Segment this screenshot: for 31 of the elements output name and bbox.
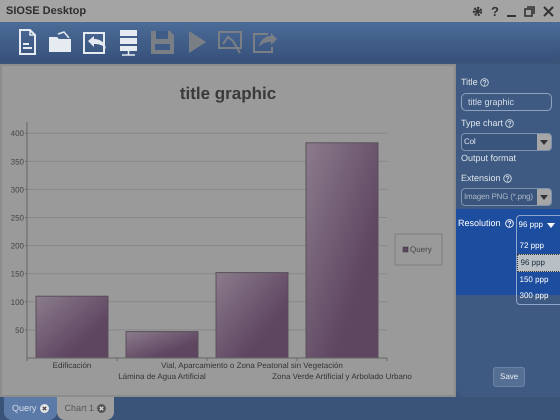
section-label: Output format — [461, 152, 518, 165]
dropdown-button[interactable]: 96 ppp — [516, 216, 560, 234]
x-axis-label: Edificación — [52, 361, 92, 370]
y-tick-label: 350 — [10, 157, 24, 166]
dropdown-option[interactable]: 150 ppp — [516, 272, 560, 288]
chart-title: title graphic — [180, 84, 276, 103]
x-axis-label: Lámina de Agua Artificial — [118, 372, 206, 381]
help-button[interactable]: ? — [491, 4, 499, 18]
chart-type-dropdown[interactable]: Col — [461, 133, 552, 151]
field-label: Extension — [461, 172, 501, 184]
extension-dropdown[interactable]: Imagen PNG (*.png) — [461, 188, 552, 206]
y-tick-label: 300 — [10, 185, 24, 194]
dropdown-option[interactable]: 72 ppp — [516, 238, 560, 254]
save-button[interactable]: Save — [493, 367, 526, 387]
field-label: Resolution — [458, 217, 501, 230]
y-tick-label: 50 — [15, 326, 24, 335]
y-tick-label: 200 — [10, 242, 24, 251]
tab[interactable]: Query — [4, 397, 57, 420]
title-field[interactable]: title graphic — [461, 92, 552, 110]
y-tick-label: 400 — [10, 129, 24, 138]
window-title: SIOSE Desktop — [6, 4, 86, 19]
y-tick-label: 250 — [10, 214, 24, 223]
x-axis-label: Vial, Aparcamiento o Zona Peatonal sin Vegetación — [161, 361, 343, 370]
y-tick-label: 150 — [10, 270, 24, 279]
x-axis-label: Zona Verde Artificial y Arbolado Urbano — [272, 372, 412, 381]
legend-label: Query — [410, 245, 432, 254]
y-tick-label: 100 — [10, 298, 24, 307]
dropdown-option[interactable]: 300 ppp — [516, 288, 560, 304]
field-label: Title — [461, 76, 478, 89]
field-label: Type chart — [461, 116, 504, 130]
dropdown-option[interactable]: 96 ppp — [516, 254, 560, 272]
